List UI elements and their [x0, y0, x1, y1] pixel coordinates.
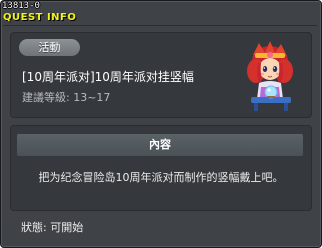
quest-info-window: QUEST INFO 活動 [10周年派对]10周年派对挂竖幅 建議等級: 13…	[0, 0, 322, 248]
window-title[interactable]: QUEST INFO	[3, 12, 76, 24]
content-header: 內容	[17, 134, 303, 156]
npc-portrait-icon	[247, 41, 293, 111]
quest-name: [10周年派对]10周年派对挂竖幅	[22, 70, 194, 84]
quest-description: 把为纪念冒险岛10周年派对而制作的竖幅戴上吧。	[38, 171, 284, 184]
level-requirement: 建議等級: 13~17	[22, 91, 111, 104]
quest-summary-panel: 活動 [10周年派对]10周年派对挂竖幅 建議等級: 13~17	[10, 32, 312, 118]
quest-content-panel: 內容 把为纪念冒险岛10周年派对而制作的竖幅戴上吧。	[10, 125, 312, 211]
quest-category-badge: 活動	[19, 39, 80, 56]
title-divider	[3, 25, 317, 26]
quest-status: 狀態: 可開始	[21, 221, 84, 234]
quest-id-label: 13813-0	[2, 1, 40, 11]
